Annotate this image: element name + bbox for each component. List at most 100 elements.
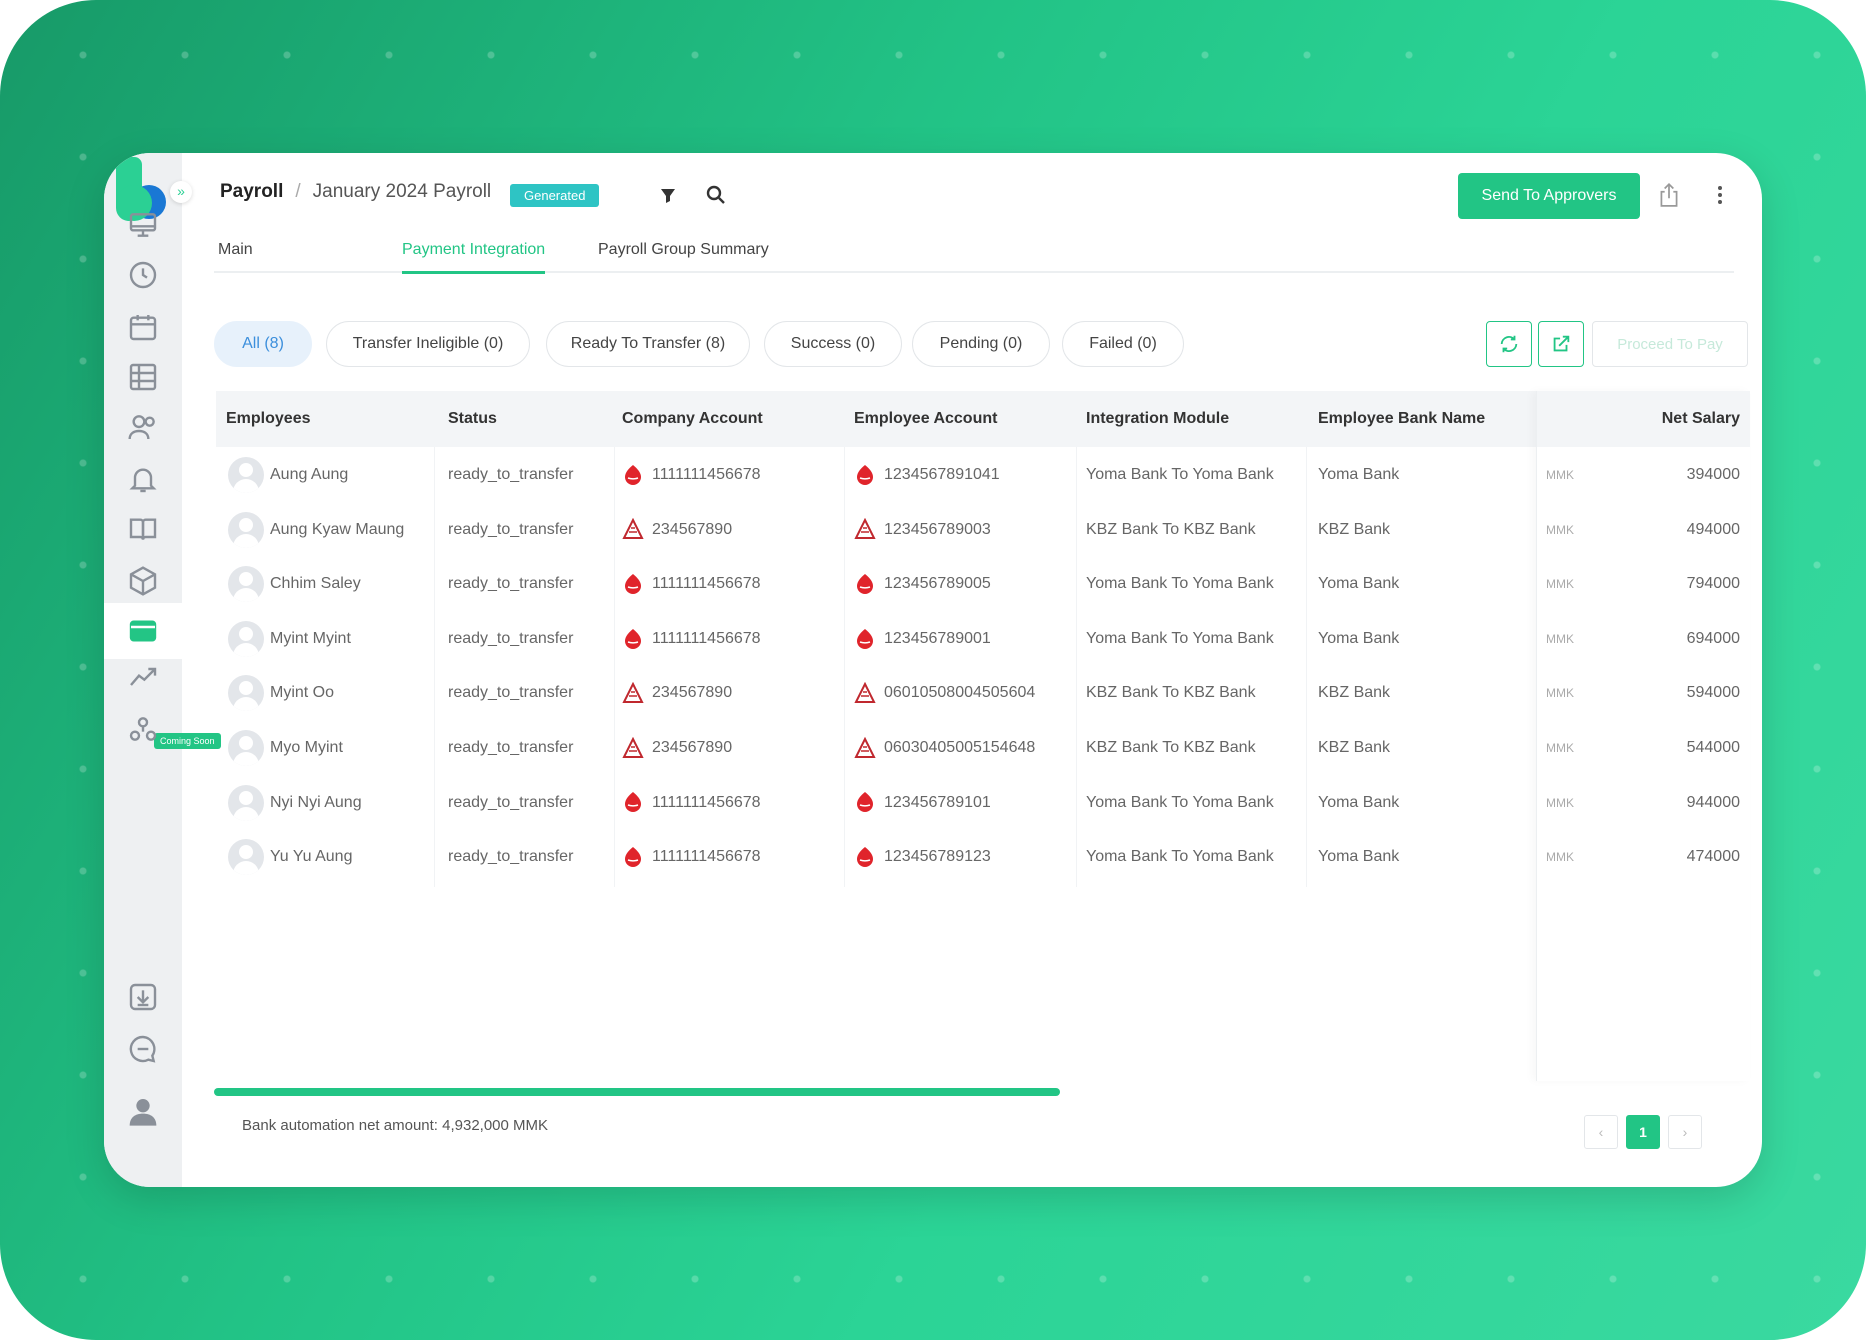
table-row[interactable]: Aung Aung ready_to_transfer 1111111456678 1…: [216, 448, 1750, 502]
yoma-bank-icon: [625, 464, 641, 485]
employee-avatar-icon: [228, 620, 264, 657]
analytics-icon[interactable]: [112, 653, 174, 701]
tab-bar: Main Payment Integration Payroll Group S…: [214, 241, 1734, 274]
table-row[interactable]: Nyi Nyi Aung ready_to_transfer 11111114566…: [216, 776, 1750, 830]
box-icon[interactable]: [112, 557, 174, 605]
filter-success[interactable]: Success (0): [764, 321, 902, 367]
pagination-page-1[interactable]: 1: [1626, 1115, 1660, 1149]
more-vertical-icon[interactable]: [1708, 183, 1732, 207]
users-network-icon[interactable]: [112, 705, 174, 753]
company-account: 1111111456678: [622, 557, 761, 611]
app-window: » Coming Soon Payroll / January 2024 Pay…: [104, 153, 1762, 1187]
tab-main[interactable]: Main: [218, 241, 253, 271]
pagination-prev-button[interactable]: ‹: [1584, 1115, 1618, 1149]
employee-name[interactable]: Myo Myint: [270, 721, 343, 775]
table-header: Employees Status Company Account Employe…: [216, 391, 1750, 447]
transfer-status: ready_to_transfer: [448, 466, 574, 483]
yoma-bank-icon: [625, 573, 641, 594]
chat-icon[interactable]: [112, 1025, 174, 1073]
yoma-bank-icon: [857, 628, 873, 649]
filter-icon[interactable]: [656, 183, 680, 207]
employee-name[interactable]: Aung Kyaw Maung: [270, 503, 404, 557]
kbz-bank-icon: [622, 518, 644, 540]
employee-account-number: 123456789003: [884, 520, 991, 538]
tab-payroll-group-summary[interactable]: Payroll Group Summary: [598, 241, 769, 271]
table-row[interactable]: Myint Oo ready_to_transfer 234567890 060105…: [216, 666, 1750, 720]
sidebar: » Coming Soon: [104, 153, 221, 1187]
monitor-icon[interactable]: [112, 201, 174, 249]
table-row[interactable]: Myint Myint ready_to_transfer 111111145667…: [216, 612, 1750, 666]
employee-account-number: 123456789123: [884, 848, 991, 866]
pagination-next-button[interactable]: ›: [1668, 1115, 1702, 1149]
employee-name[interactable]: Chhim Saley: [270, 557, 361, 611]
table-row[interactable]: Chhim Saley ready_to_transfer 111111145667…: [216, 557, 1750, 611]
currency-label: MMK: [1546, 631, 1574, 646]
filter-all[interactable]: All (8): [214, 321, 312, 367]
col-employee-bank-name[interactable]: Employee Bank Name: [1318, 391, 1485, 447]
share-icon[interactable]: [1656, 181, 1680, 207]
filter-ready-to-transfer[interactable]: Ready To Transfer (8): [546, 321, 750, 367]
company-account-number: 1111111456678: [652, 848, 761, 866]
col-integration-module[interactable]: Integration Module: [1086, 391, 1229, 447]
tab-payment-integration[interactable]: Payment Integration: [402, 241, 546, 274]
breadcrumb: Payroll / January 2024 Payroll: [220, 181, 491, 203]
integration-module: Yoma Bank To Yoma Bank: [1086, 793, 1274, 811]
wallet-icon[interactable]: [104, 603, 182, 659]
kbz-bank-icon: [622, 736, 644, 758]
employee-name[interactable]: Nyi Nyi Aung: [270, 776, 362, 830]
external-link-icon[interactable]: [1538, 321, 1584, 367]
bell-icon[interactable]: [112, 455, 174, 503]
employee-bank-name: KBZ Bank: [1318, 684, 1391, 702]
yoma-bank-icon: [857, 792, 873, 813]
employee-account: 1234567891041: [854, 448, 1000, 502]
status-badge: Generated: [510, 184, 600, 207]
employee-account: 06010508004505604: [854, 666, 1035, 720]
table-icon[interactable]: [112, 353, 174, 401]
table-row[interactable]: Aung Kyaw Maung ready_to_transfer 23456789…: [216, 503, 1750, 557]
integration-module: Yoma Bank To Yoma Bank: [1086, 575, 1274, 593]
company-account-number: 234567890: [652, 684, 733, 702]
clock-icon[interactable]: [112, 251, 174, 299]
col-status[interactable]: Status: [448, 391, 497, 447]
employee-bank-name: Yoma Bank: [1318, 466, 1400, 483]
people-icon[interactable]: [112, 403, 174, 451]
employee-name[interactable]: Yu Yu Aung: [270, 830, 352, 884]
book-icon[interactable]: [112, 505, 174, 553]
col-employee-account[interactable]: Employee Account: [854, 391, 997, 447]
search-icon[interactable]: [704, 183, 728, 207]
calendar-icon[interactable]: [112, 303, 174, 351]
employee-avatar-icon: [228, 730, 264, 766]
transfer-status: ready_to_transfer: [448, 739, 574, 756]
col-employees[interactable]: Employees: [226, 391, 310, 447]
send-to-approvers-button[interactable]: Send To Approvers: [1458, 173, 1640, 219]
employee-account: 123456789005: [854, 557, 991, 611]
expand-sidebar-icon[interactable]: »: [170, 181, 192, 203]
net-amount-summary: Bank automation net amount: 4,932,000 MM…: [242, 1117, 549, 1134]
table-row[interactable]: Yu Yu Aung ready_to_transfer 1111111456678…: [216, 830, 1750, 884]
employee-name[interactable]: Myint Myint: [270, 612, 351, 666]
currency-label: MMK: [1546, 522, 1574, 537]
employee-account-number: 123456789101: [884, 793, 991, 811]
employee-account: 123456789101: [854, 776, 991, 830]
transfer-status: ready_to_transfer: [448, 575, 574, 593]
net-salary: 944000: [1686, 793, 1740, 811]
col-company-account[interactable]: Company Account: [622, 391, 763, 447]
filter-failed[interactable]: Failed (0): [1062, 321, 1184, 367]
table-row[interactable]: Myo Myint ready_to_transfer 234567890 06030…: [216, 721, 1750, 775]
filter-pending[interactable]: Pending (0): [912, 321, 1050, 367]
download-icon[interactable]: [112, 973, 174, 1021]
employee-avatar-icon: [228, 839, 264, 876]
proceed-to-pay-button[interactable]: Proceed To Pay: [1592, 321, 1748, 367]
currency-label: MMK: [1546, 468, 1574, 482]
employee-name[interactable]: Myint Oo: [270, 666, 334, 720]
employee-name[interactable]: Aung Aung: [270, 448, 348, 502]
transfer-status: ready_to_transfer: [448, 684, 574, 702]
breadcrumb-root[interactable]: Payroll: [220, 181, 283, 203]
employee-avatar-icon: [228, 566, 264, 603]
refresh-icon[interactable]: [1486, 321, 1532, 367]
horizontal-scrollbar[interactable]: [214, 1088, 1060, 1096]
company-account-number: 234567890: [652, 520, 733, 538]
currency-label: MMK: [1546, 741, 1574, 755]
filter-transfer-ineligible[interactable]: Transfer Ineligible (0): [326, 321, 530, 367]
user-avatar-icon[interactable]: [112, 1083, 174, 1139]
